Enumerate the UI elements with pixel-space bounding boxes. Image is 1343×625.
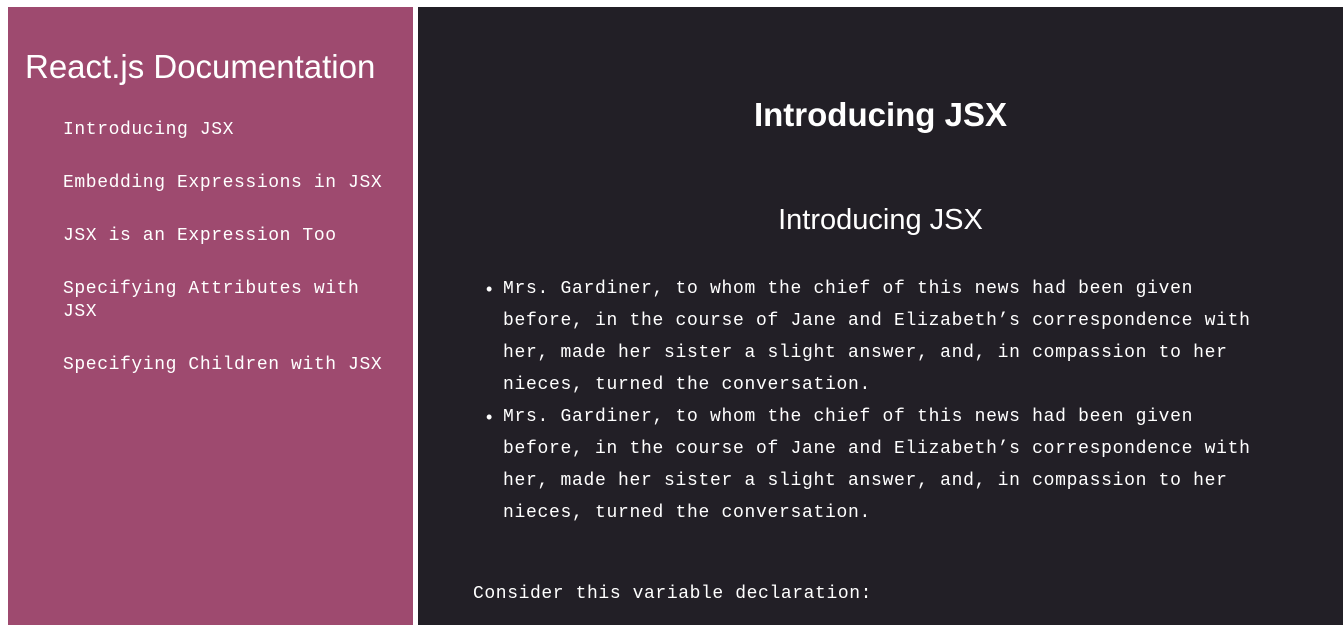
- sidebar-item-specifying-attributes[interactable]: Specifying Attributes with JSX: [63, 278, 393, 324]
- sidebar-item-introducing-jsx[interactable]: Introducing JSX: [63, 119, 393, 142]
- page-title: Introducing JSX: [753, 96, 1007, 133]
- bullet-list: • Mrs. Gardiner, to whom the chief of th…: [486, 273, 1263, 529]
- sidebar-item-embedding-expressions[interactable]: Embedding Expressions in JSX: [63, 172, 393, 195]
- sidebar-item-jsx-expression[interactable]: JSX is an Expression Too: [63, 225, 393, 248]
- sidebar-nav-entry: JSX is an Expression Too: [63, 225, 393, 248]
- page: React.js Documentation Introducing JSX E…: [0, 0, 1343, 625]
- bullet-dot-icon: •: [486, 279, 494, 299]
- sidebar-item-specifying-children[interactable]: Specifying Children with JSX: [63, 354, 393, 377]
- sidebar-nav-entry: Embedding Expressions in JSX: [63, 172, 393, 195]
- main-content: Introducing JSX Introducing JSX • Mrs. G…: [418, 7, 1343, 625]
- sidebar-nav: Introducing JSX Embedding Expressions in…: [63, 119, 393, 407]
- list-item: • Mrs. Gardiner, to whom the chief of th…: [486, 273, 1263, 401]
- list-item: • Mrs. Gardiner, to whom the chief of th…: [486, 401, 1263, 529]
- sidebar-nav-entry: Specifying Attributes with JSX: [63, 278, 393, 324]
- sidebar: React.js Documentation Introducing JSX E…: [8, 7, 413, 625]
- section-paragraph: Consider this variable declaration:: [473, 584, 873, 604]
- sidebar-title: React.js Documentation: [25, 48, 376, 85]
- section-title: Introducing JSX: [778, 204, 983, 236]
- sidebar-nav-entry: Introducing JSX: [63, 119, 393, 142]
- sidebar-nav-entry: Specifying Children with JSX: [63, 354, 393, 377]
- list-item-text: Mrs. Gardiner, to whom the chief of this…: [503, 407, 1251, 523]
- bullet-dot-icon: •: [486, 407, 494, 427]
- list-item-text: Mrs. Gardiner, to whom the chief of this…: [503, 279, 1251, 395]
